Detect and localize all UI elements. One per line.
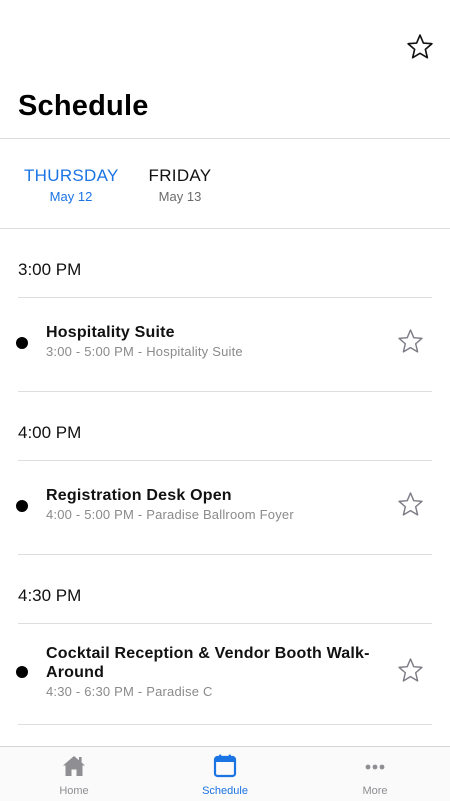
tab-date-label: May 13 <box>158 189 202 204</box>
favorite-star-icon[interactable] <box>406 33 434 61</box>
tab-friday[interactable]: FRIDAY May 13 <box>146 166 214 204</box>
tab-schedule[interactable]: Schedule <box>175 753 275 797</box>
tab-label: Schedule <box>202 785 248 797</box>
tab-thursday[interactable]: THURSDAY May 12 <box>24 166 118 204</box>
tab-label: Home <box>59 785 89 797</box>
session-subtitle: 4:00 - 5:00 PM - Paradise Ballroom Foyer <box>46 507 294 522</box>
top-bar <box>0 0 450 90</box>
session-subtitle: 3:00 - 5:00 PM - Hospitality Suite <box>46 344 243 359</box>
tab-more[interactable]: More <box>325 753 425 797</box>
bullet-dot-icon <box>16 500 28 512</box>
page-title: Schedule <box>18 90 149 122</box>
time-header: 4:00 PM <box>18 423 82 442</box>
star-outline-icon[interactable] <box>397 491 424 518</box>
session-title: Hospitality Suite <box>46 324 175 341</box>
row-divider <box>18 724 432 725</box>
more-dots-icon <box>365 764 385 770</box>
tab-day-label: FRIDAY <box>148 166 212 185</box>
bullet-dot-icon <box>16 337 28 349</box>
session-title: Registration Desk Open <box>46 487 232 504</box>
time-header: 4:30 PM <box>18 586 82 605</box>
session-row[interactable]: Hospitality Suite 3:00 - 5:00 PM - Hospi… <box>0 298 450 391</box>
session-title: Cocktail Reception & Vendor Booth Walk-A… <box>46 645 370 681</box>
session-row[interactable]: Cocktail Reception & Vendor Booth Walk-A… <box>0 624 450 724</box>
session-subtitle: 4:30 - 6:30 PM - Paradise C <box>46 684 213 699</box>
bullet-dot-icon <box>16 666 28 678</box>
star-outline-icon[interactable] <box>397 328 424 355</box>
header-divider <box>0 138 450 139</box>
row-divider <box>18 554 432 555</box>
row-divider <box>18 391 432 392</box>
time-header: 3:00 PM <box>18 260 82 279</box>
tab-home[interactable]: Home <box>24 753 124 797</box>
calendar-icon <box>213 754 237 778</box>
home-icon <box>63 756 85 776</box>
tab-label: More <box>362 785 388 797</box>
day-tabs: THURSDAY May 12 FRIDAY May 13 <box>0 140 450 228</box>
tabs-divider <box>0 228 450 229</box>
tab-day-label: THURSDAY <box>24 166 119 185</box>
tab-date-label: May 12 <box>49 189 93 204</box>
bottom-tab-bar: Home Schedule More <box>0 746 450 801</box>
star-outline-icon[interactable] <box>397 657 424 684</box>
session-row[interactable]: Registration Desk Open 4:00 - 5:00 PM - … <box>0 461 450 554</box>
